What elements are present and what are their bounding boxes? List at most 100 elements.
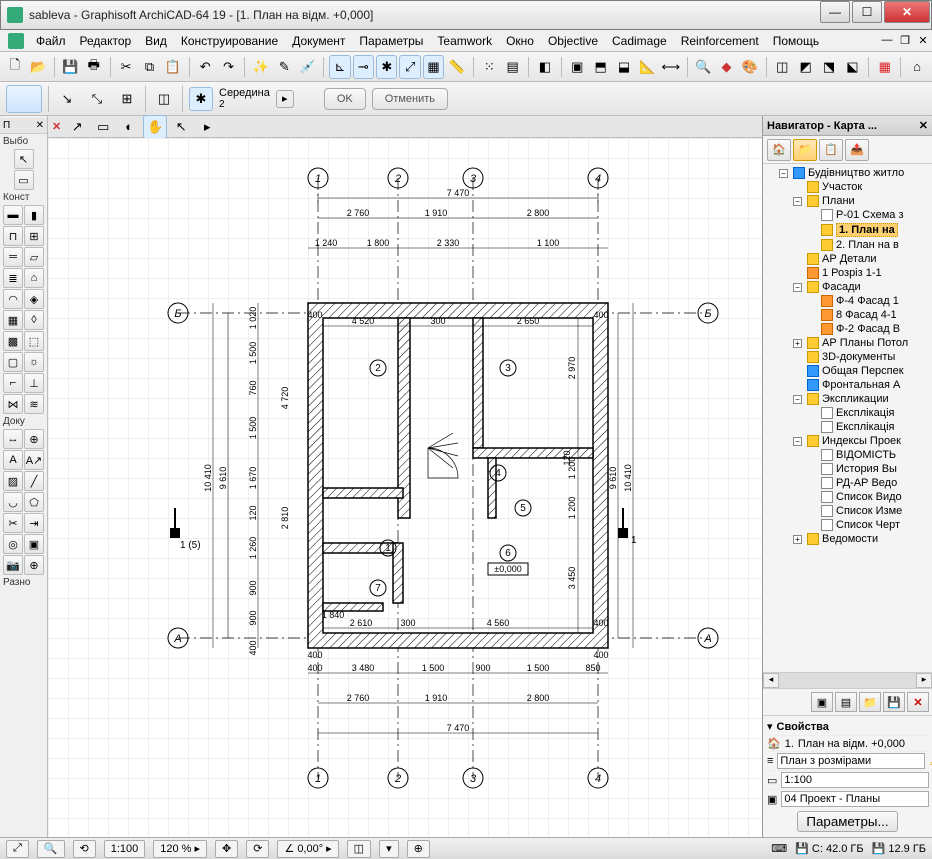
- canvas[interactable]: 1 2 3 4 1 2 3 4 Б Б А А: [48, 138, 762, 837]
- redo-icon[interactable]: ↷: [218, 55, 239, 79]
- tree-item[interactable]: История Вы: [807, 462, 930, 476]
- undo-icon[interactable]: ↶: [194, 55, 215, 79]
- props-scale-input[interactable]: [781, 772, 929, 788]
- tb-extra-1[interactable]: ◫: [772, 55, 793, 79]
- tree-item[interactable]: −Экспликации: [793, 392, 930, 406]
- poly-tool-icon[interactable]: ⬠: [24, 492, 44, 512]
- zoom-prev-icon[interactable]: ⟲: [73, 840, 96, 858]
- snap-perp-icon[interactable]: ⊾: [329, 55, 350, 79]
- menu-document[interactable]: Документ: [286, 32, 351, 50]
- tab-tool-3[interactable]: ◐: [117, 115, 141, 139]
- section-tool-icon[interactable]: ✂: [3, 513, 23, 533]
- mesh-tool-icon[interactable]: ▩: [3, 331, 23, 351]
- props-params-button[interactable]: Параметры...: [797, 811, 897, 832]
- snap-type-icon[interactable]: ✱: [189, 87, 213, 111]
- maximize-button[interactable]: ☐: [852, 1, 882, 23]
- menu-file[interactable]: Файл: [30, 32, 72, 50]
- menu-reinforcement[interactable]: Reinforcement: [675, 32, 765, 50]
- arrow-tool-icon[interactable]: ↖: [14, 149, 34, 169]
- sb-btn-b[interactable]: ▾: [379, 840, 399, 858]
- menu-options[interactable]: Параметры: [353, 32, 429, 50]
- tree-item[interactable]: +Ведомости: [793, 532, 930, 546]
- text-tool-icon[interactable]: A: [3, 450, 23, 470]
- tree-toggle-icon[interactable]: −: [793, 197, 802, 206]
- menu-help[interactable]: Помощь: [767, 32, 825, 50]
- nav-fb-save[interactable]: 💾: [883, 692, 905, 712]
- menu-cadimage[interactable]: Cadimage: [606, 32, 673, 50]
- 3d-view-icon[interactable]: ◧: [534, 55, 555, 79]
- snap-grid-icon[interactable]: ▦: [423, 55, 444, 79]
- zoom-window-icon[interactable]: 🔍: [37, 840, 65, 858]
- skylight-tool-icon[interactable]: ◈: [24, 289, 44, 309]
- magic-wand-icon[interactable]: ✨: [250, 55, 271, 79]
- tree-item[interactable]: ВІДОМІСТЬ: [807, 448, 930, 462]
- tb-color-squares-icon[interactable]: ▦: [874, 55, 895, 79]
- print-icon[interactable]: 🖶: [83, 55, 104, 79]
- line-tool-icon[interactable]: ╱: [24, 471, 44, 491]
- tab-tool-2[interactable]: ▭: [91, 115, 115, 139]
- object-tool-icon[interactable]: ⬚: [24, 331, 44, 351]
- nav-fb-delete[interactable]: ✕: [907, 692, 929, 712]
- curtain-tool-icon[interactable]: ▦: [3, 310, 23, 330]
- tab-tool-6[interactable]: ▸: [195, 115, 219, 139]
- info-settings-button[interactable]: [6, 85, 42, 113]
- nav-view-map-icon[interactable]: 📁: [793, 139, 817, 161]
- nav-fb-new-folder[interactable]: 📁: [859, 692, 881, 712]
- fill-tool-icon[interactable]: ▨: [3, 471, 23, 491]
- tree-item[interactable]: АР Детали: [793, 252, 930, 266]
- trace-icon[interactable]: ▣: [567, 55, 588, 79]
- orbit-icon[interactable]: ⟳: [246, 840, 269, 858]
- navigator-close-icon[interactable]: ✕: [919, 119, 928, 132]
- props-layout-input[interactable]: [781, 791, 929, 807]
- tb-extra-2[interactable]: ◩: [795, 55, 816, 79]
- close-button[interactable]: ✕: [884, 1, 930, 23]
- tree-item[interactable]: 1 Розріз 1-1: [793, 266, 930, 280]
- tree-item[interactable]: РД-АР Ведо: [807, 476, 930, 490]
- column-tool-icon[interactable]: ▮: [24, 205, 44, 225]
- chevron-right-icon[interactable]: ▸: [194, 842, 200, 855]
- tree-item[interactable]: Список Изме: [807, 504, 930, 518]
- menu-teamwork[interactable]: Teamwork: [431, 32, 498, 50]
- nav-fb-2[interactable]: ▤: [835, 692, 857, 712]
- zoom-percent[interactable]: 120 %: [160, 843, 191, 855]
- props-layers-input[interactable]: [777, 753, 925, 769]
- tree-item[interactable]: Список Видо: [807, 490, 930, 504]
- play-icon[interactable]: ▸: [276, 90, 294, 108]
- elev-tool-icon[interactable]: ⇥: [24, 513, 44, 533]
- tree-item[interactable]: Експлікація: [807, 420, 930, 434]
- menu-view[interactable]: Вид: [139, 32, 173, 50]
- tab-tool-1[interactable]: ↗: [65, 115, 89, 139]
- tree-item[interactable]: 3D-документы: [793, 350, 930, 364]
- syringe-icon[interactable]: 💉: [297, 55, 318, 79]
- chevron-right-icon-2[interactable]: ▸: [326, 842, 332, 855]
- mdi-close-icon[interactable]: ✕: [914, 34, 932, 47]
- tree-item[interactable]: −Плани: [793, 194, 930, 208]
- nav-publisher-icon[interactable]: 📤: [845, 139, 869, 161]
- tree-item[interactable]: Фронтальная А: [793, 378, 930, 392]
- ruler-icon[interactable]: 📏: [446, 55, 467, 79]
- menu-edit[interactable]: Редактор: [74, 32, 138, 50]
- sb-btn-a[interactable]: ◫: [347, 840, 371, 858]
- tree-toggle-icon[interactable]: −: [793, 437, 802, 446]
- tree-item[interactable]: Р-01 Схема з: [807, 208, 930, 222]
- morph-tool-icon[interactable]: ◊: [24, 310, 44, 330]
- wall-tool-icon[interactable]: ▬: [3, 205, 23, 225]
- shell-tool-icon[interactable]: ◠: [3, 289, 23, 309]
- snap-mid-icon[interactable]: ⊸: [353, 55, 374, 79]
- worksheet-tool-icon[interactable]: ▣: [24, 534, 44, 554]
- tree-item[interactable]: Експлікація: [807, 406, 930, 420]
- props-collapse-icon[interactable]: ▾: [767, 720, 773, 733]
- save-icon[interactable]: 💾: [60, 55, 81, 79]
- scroll-right-icon[interactable]: ▸: [916, 673, 932, 688]
- dim-tool-icon[interactable]: ↔: [3, 429, 23, 449]
- detail-tool-icon[interactable]: ◎: [3, 534, 23, 554]
- tab-tool-5[interactable]: ↖: [169, 115, 193, 139]
- lamp-tool-icon[interactable]: ☼: [24, 352, 44, 372]
- toolbox-close-icon[interactable]: ✕: [36, 120, 44, 131]
- tree-item[interactable]: 1. План на: [807, 222, 930, 238]
- arc-tool-icon[interactable]: ◡: [3, 492, 23, 512]
- dim-tool-icon[interactable]: ⟷: [660, 55, 681, 79]
- zoom-fit-icon[interactable]: ⤢: [6, 840, 29, 858]
- ok-button[interactable]: OK: [324, 88, 366, 110]
- grid-dots-icon[interactable]: ⁙: [479, 55, 500, 79]
